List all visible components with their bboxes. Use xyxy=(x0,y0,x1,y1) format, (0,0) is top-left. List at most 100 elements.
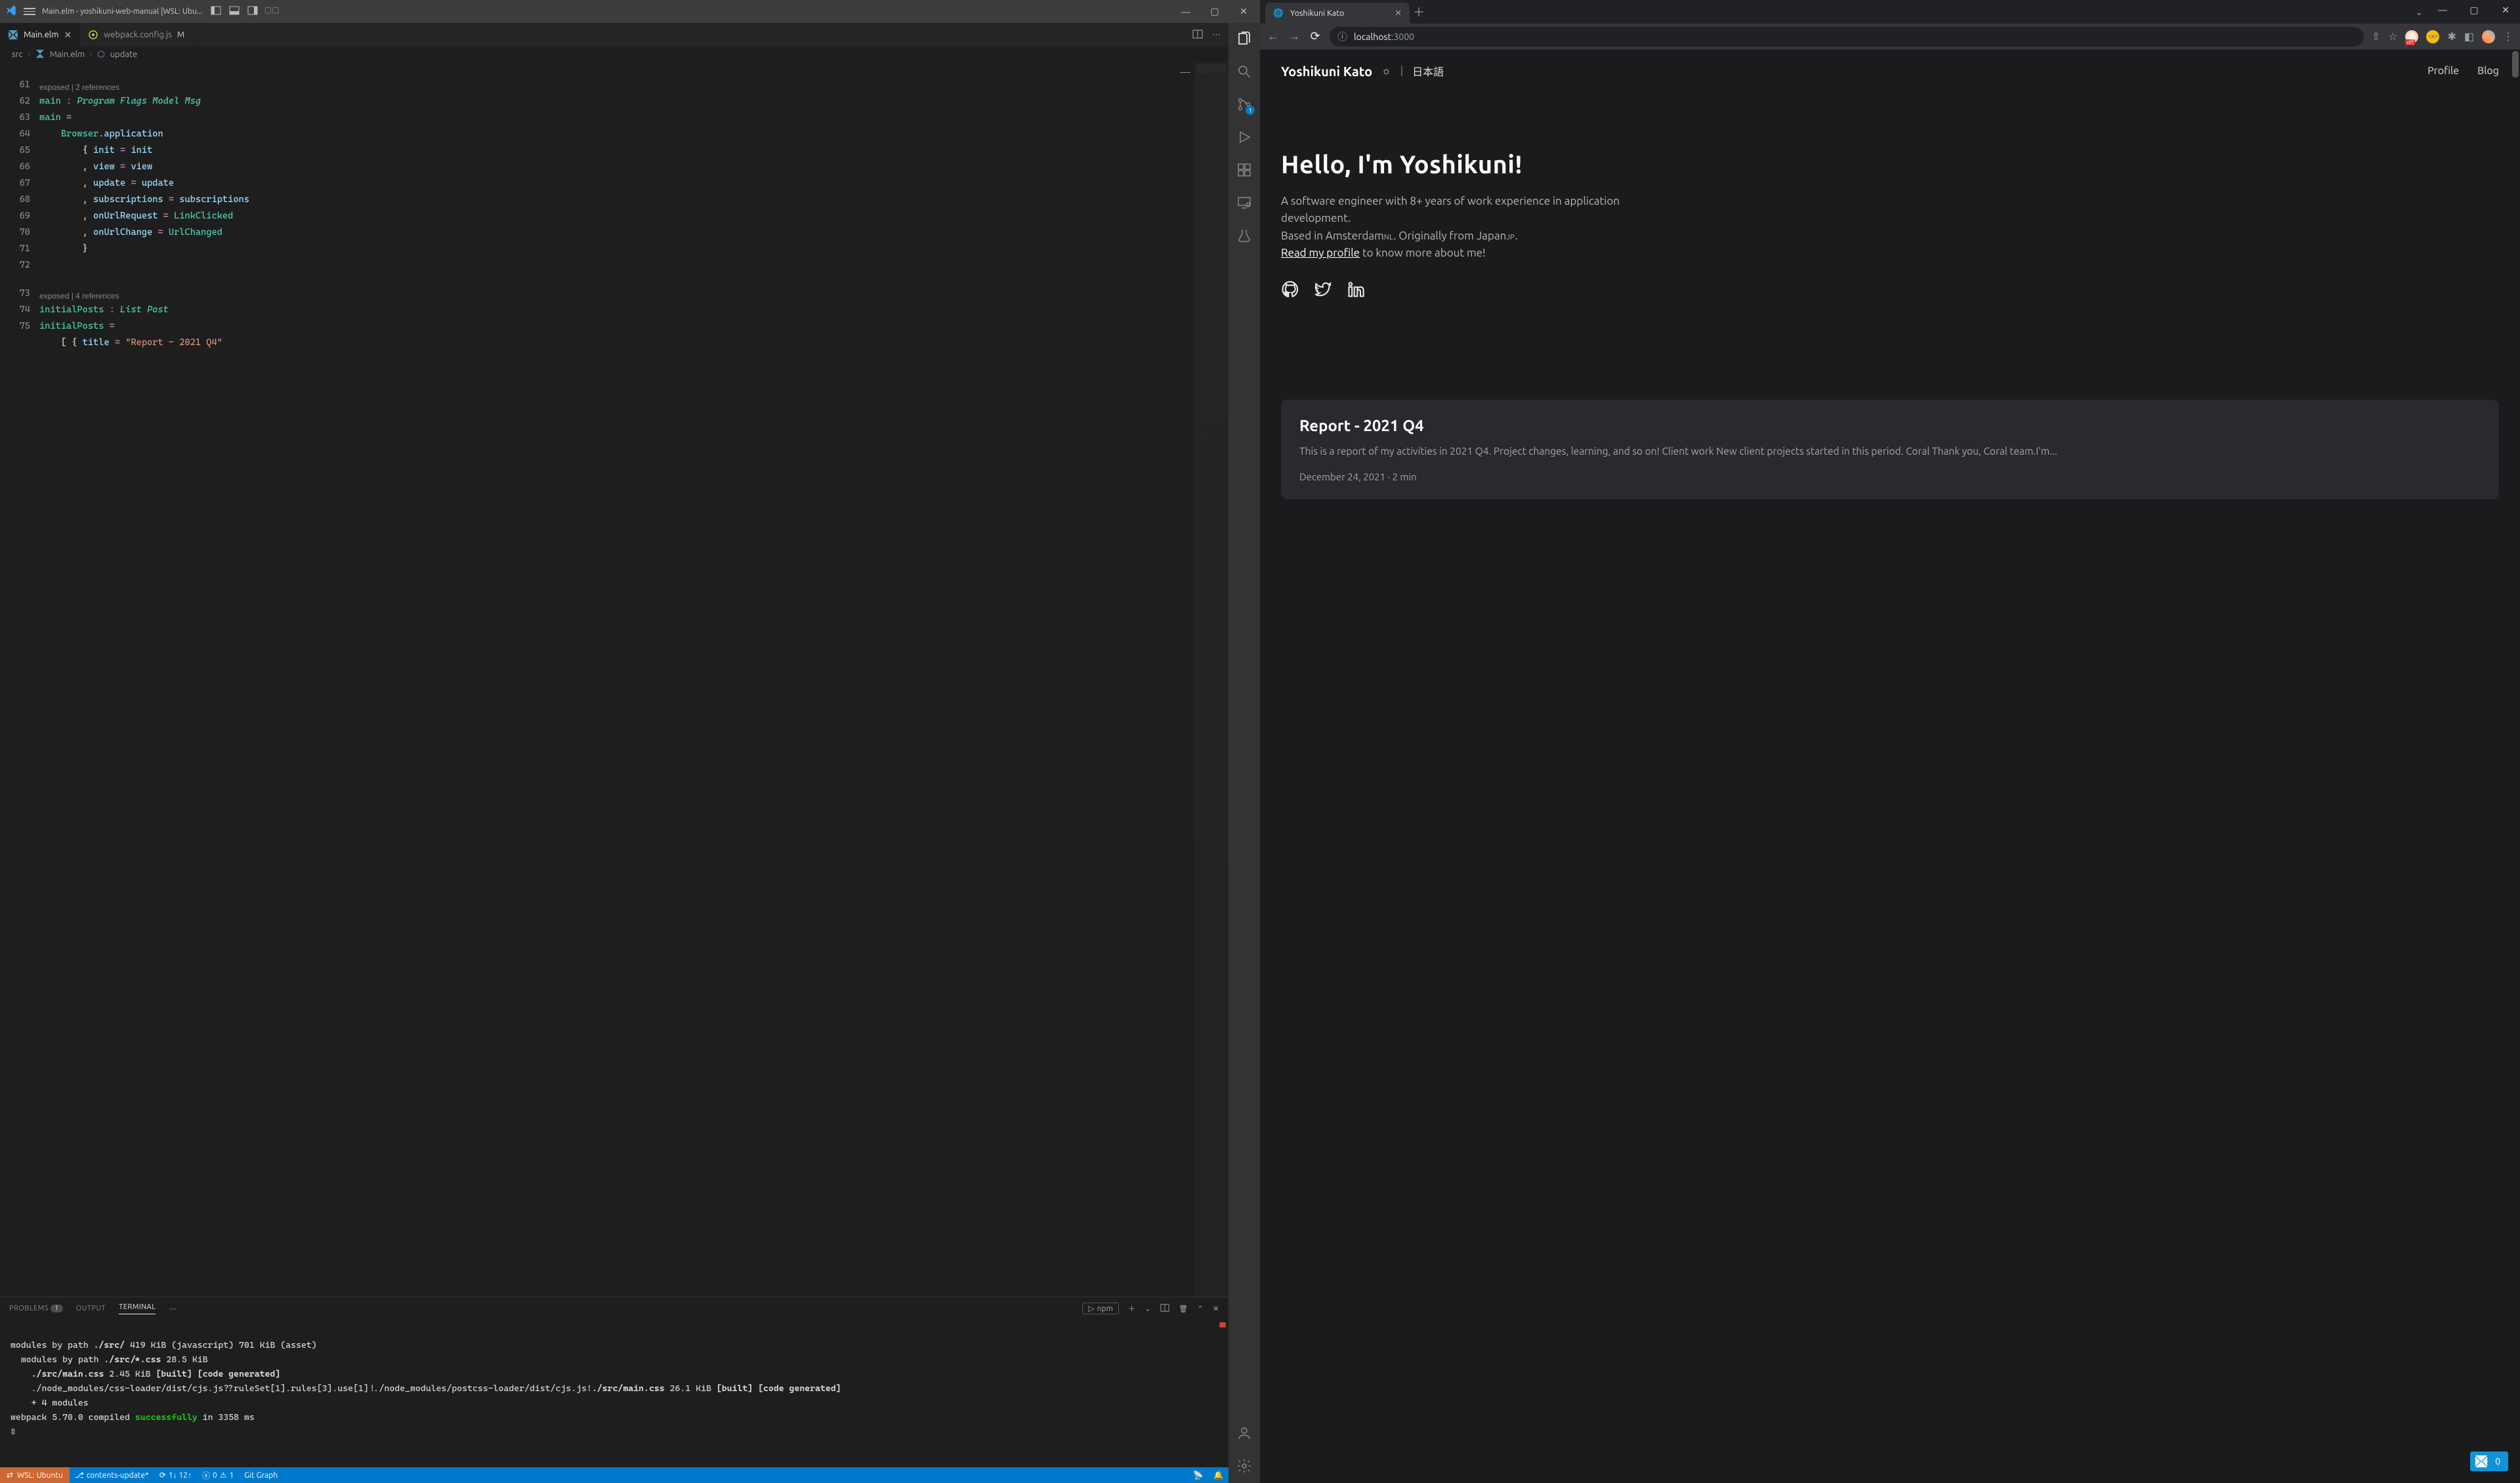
code-content[interactable]: exposed | 2 referencesmain : Program Fla… xyxy=(39,62,1194,1297)
vscode-titlebar: Main.elm - yoshikuni-web-manual [WSL: Ub… xyxy=(0,0,1260,23)
code-editor[interactable]: 61 62 63 64 65 66 67 68 69 70 71 72 73 7… xyxy=(0,62,1228,1297)
tab-modified-indicator: M xyxy=(177,30,184,39)
chrome-menu-icon[interactable]: ⋮ xyxy=(2503,30,2513,43)
nav-blog-link[interactable]: Blog xyxy=(2477,65,2499,77)
tab-close-icon[interactable]: ✕ xyxy=(1395,9,1402,18)
profile-avatar-icon[interactable] xyxy=(2482,30,2495,43)
extensions-icon[interactable] xyxy=(1235,161,1253,179)
new-tab-button[interactable]: ＋ xyxy=(1410,3,1428,20)
hero-heading: Hello, I'm Yoshikuni! xyxy=(1281,151,2499,178)
split-editor-icon[interactable] xyxy=(1192,29,1203,41)
browser-tab[interactable]: 🌐 Yoshikuni Kato ✕ xyxy=(1265,3,1410,24)
hero-paragraph: A software engineer with 8+ years of wor… xyxy=(1281,193,1648,262)
terminal-dropdown-icon[interactable]: ⌄ xyxy=(1144,1305,1151,1313)
codelens[interactable]: exposed | 2 references xyxy=(39,81,1194,93)
status-problems[interactable]: ⓧ0 ⚠1 xyxy=(197,1470,239,1481)
bottom-panel: PROBLEMS 1 OUTPUT TERMINAL ⋯ ▷ npm ＋ ⌄ 🗑… xyxy=(0,1297,1228,1467)
tab-close-icon[interactable]: ✕ xyxy=(64,30,72,41)
layout-sidebar-right-icon[interactable] xyxy=(246,5,259,18)
tab-label: webpack.config.js xyxy=(104,30,172,39)
layout-panel-icon[interactable] xyxy=(228,5,241,18)
elm-logo-icon xyxy=(2474,1454,2488,1469)
status-feedback-icon[interactable]: 📡 xyxy=(1188,1471,1208,1480)
nav-reload-button[interactable]: ⟳ xyxy=(1309,30,1322,43)
nav-forward-button[interactable]: → xyxy=(1288,30,1301,43)
site-brand[interactable]: Yoshikuni Kato xyxy=(1281,64,1372,79)
terminal-output[interactable]: modules by path ./src/ 419 KiB (javascri… xyxy=(0,1320,1228,1467)
window-minimize-button[interactable]: ― xyxy=(2428,5,2457,15)
panel-tab-problems[interactable]: PROBLEMS 1 xyxy=(9,1305,63,1312)
extensions-puzzle-icon[interactable]: ✱ xyxy=(2447,30,2456,43)
window-maximize-button[interactable]: ▢ xyxy=(1204,6,1226,17)
panel-close-icon[interactable]: ✕ xyxy=(1213,1305,1219,1313)
chevron-up-icon[interactable]: ⌃ xyxy=(1198,1305,1204,1313)
post-card[interactable]: Report - 2021 Q4 This is a report of my … xyxy=(1281,400,2499,499)
extension-2-icon[interactable]: 👓 xyxy=(2426,30,2439,43)
status-branch[interactable]: ⎇contents-update* xyxy=(70,1471,154,1480)
status-remote-wsl[interactable]: ⇄WSL: Ubuntu xyxy=(0,1467,70,1483)
more-icon[interactable]: ⋯ xyxy=(169,1305,177,1313)
tab-webpack-config[interactable]: webpack.config.js M xyxy=(80,23,193,47)
nav-profile-link[interactable]: Profile xyxy=(2427,65,2459,77)
terminal-scrollbar[interactable] xyxy=(1219,1322,1226,1327)
tab-main-elm[interactable]: Main.elm ✕ xyxy=(0,23,80,47)
panel-tabs: PROBLEMS 1 OUTPUT TERMINAL ⋯ ▷ npm ＋ ⌄ 🗑… xyxy=(0,1297,1228,1320)
account-icon[interactable] xyxy=(1235,1424,1253,1442)
explorer-icon[interactable] xyxy=(1235,30,1253,48)
collapse-marker-icon[interactable]: — xyxy=(1180,66,1190,78)
layout-sidebar-left-icon[interactable] xyxy=(209,5,222,18)
remote-explorer-icon[interactable] xyxy=(1235,194,1253,212)
breadcrumb-symbol: update xyxy=(110,50,138,59)
window-maximize-button[interactable]: ▢ xyxy=(2460,5,2488,16)
share-icon[interactable]: ⇧ xyxy=(2372,30,2380,43)
window-close-button[interactable]: ✕ xyxy=(1232,6,1255,17)
codelens[interactable]: exposed | 4 references xyxy=(39,290,1194,302)
github-icon[interactable] xyxy=(1281,280,1299,301)
trash-icon[interactable]: 🗑 xyxy=(1179,1305,1188,1313)
settings-gear-icon[interactable] xyxy=(1235,1457,1253,1475)
chevron-right-icon: › xyxy=(90,51,92,58)
testing-icon[interactable] xyxy=(1235,226,1253,245)
editor-tabs: Main.elm ✕ webpack.config.js M ⋯ xyxy=(0,23,1228,47)
panel-tab-output[interactable]: OUTPUT xyxy=(76,1305,106,1312)
page-scrollbar[interactable] xyxy=(2512,51,2519,77)
run-debug-icon[interactable] xyxy=(1235,128,1253,146)
nav-back-button[interactable]: ← xyxy=(1267,30,1280,43)
elm-debugger-count: 0 xyxy=(2495,1456,2500,1467)
split-terminal-icon[interactable] xyxy=(1160,1303,1169,1314)
status-bell-icon[interactable]: 🔔 xyxy=(1208,1471,1228,1480)
extension-1-icon[interactable] xyxy=(2405,30,2418,43)
window-close-button[interactable]: ✕ xyxy=(2491,5,2520,16)
hamburger-menu-icon[interactable] xyxy=(24,8,35,15)
customize-layout-icon[interactable]: ▢▢ xyxy=(264,5,278,18)
panel-tab-terminal[interactable]: TERMINAL xyxy=(119,1303,156,1314)
source-control-icon[interactable]: 1 xyxy=(1235,95,1253,114)
scm-badge: 1 xyxy=(1246,106,1255,115)
side-panel-icon[interactable]: ◧ xyxy=(2464,30,2474,43)
status-gitgraph[interactable]: Git Graph xyxy=(239,1471,283,1480)
terminal-task-chip[interactable]: ▷ npm xyxy=(1082,1303,1118,1314)
window-minimize-button[interactable]: ― xyxy=(1175,7,1197,17)
post-meta: December 24, 2021 · 2 min xyxy=(1299,471,2481,482)
chevron-right-icon: › xyxy=(28,51,30,58)
language-switch[interactable]: 日本語 xyxy=(1412,63,1444,79)
url-host: localhost xyxy=(1354,31,1391,42)
elm-debugger-badge[interactable]: 0 xyxy=(2470,1452,2508,1471)
more-actions-icon[interactable]: ⋯ xyxy=(1212,30,1221,40)
address-bar[interactable]: ⓘ localhost:3000 xyxy=(1330,27,2364,47)
problems-count: 1 xyxy=(51,1305,63,1312)
minimap[interactable]: main:ProgramFlagsModelMsg main= Browser.… xyxy=(1194,62,1228,1297)
site-info-icon[interactable]: ⓘ xyxy=(1337,30,1347,43)
new-terminal-icon[interactable]: ＋ xyxy=(1128,1303,1136,1314)
line-gutter: 61 62 63 64 65 66 67 68 69 70 71 72 73 7… xyxy=(0,62,39,1297)
bookmark-star-icon[interactable]: ☆ xyxy=(2388,30,2397,43)
chrome-toolbar: ← → ⟳ ⓘ localhost:3000 ⇧ ☆ 👓 ✱ ◧ ⋮ xyxy=(1260,24,2520,50)
search-icon[interactable] xyxy=(1235,62,1253,81)
read-profile-link[interactable]: Read my profile xyxy=(1281,247,1360,259)
status-sync[interactable]: ⟳1↓ 12↑ xyxy=(154,1471,197,1480)
tab-search-icon[interactable]: ⌄ xyxy=(2415,7,2423,18)
twitter-icon[interactable] xyxy=(1314,280,1332,301)
breadcrumb[interactable]: src › Main.elm › ⬡ update xyxy=(0,47,1228,62)
theme-toggle-icon[interactable]: ☼ xyxy=(1381,65,1391,77)
linkedin-icon[interactable] xyxy=(1347,280,1365,301)
